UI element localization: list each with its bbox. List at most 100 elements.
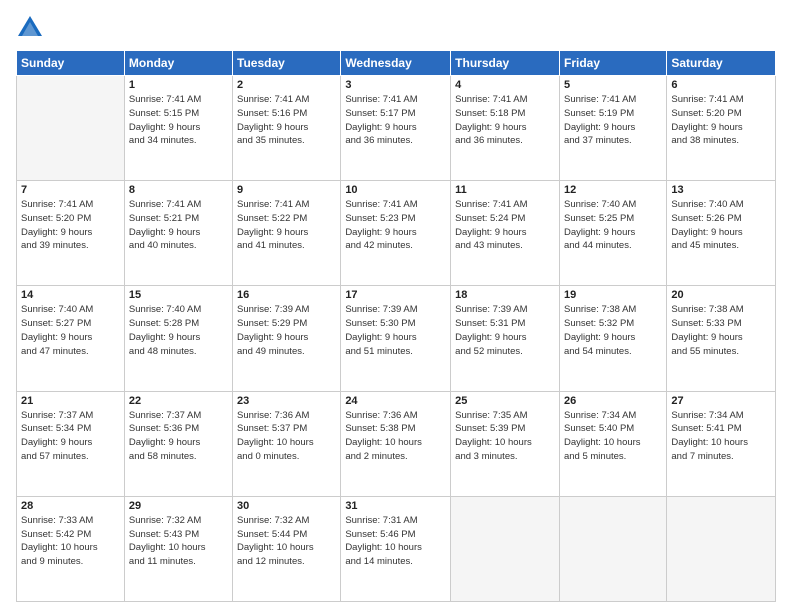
weekday-header-tuesday: Tuesday: [233, 51, 341, 76]
day-number: 16: [237, 289, 336, 301]
week-row-4: 21Sunrise: 7:37 AM Sunset: 5:34 PM Dayli…: [17, 391, 776, 496]
day-number: 6: [671, 79, 771, 91]
week-row-5: 28 Sunrise: 7:33 AM Sunset: 5:42 PM Dayli…: [17, 496, 776, 601]
day-cell: 29 Sunrise: 7:32 AM Sunset: 5:43 PM Dayli…: [124, 496, 232, 601]
day-number: 12: [564, 184, 662, 196]
weekday-header-sunday: Sunday: [17, 51, 125, 76]
day-cell: 26 Sunrise: 7:34 AM Sunset: 5:40 PM Dayli…: [559, 391, 666, 496]
day-info: Sunrise: 7:41 AM Sunset: 5:22 PM Dayligh…: [237, 198, 336, 253]
day-cell: 16 Sunrise: 7:39 AM Sunset: 5:29 PM Dayli…: [233, 286, 341, 391]
day-info: Sunrise: 7:41 AM Sunset: 5:16 PM Dayligh…: [237, 93, 336, 148]
day-cell: 11 Sunrise: 7:41 AM Sunset: 5:24 PM Dayli…: [451, 181, 560, 286]
day-cell: 10 Sunrise: 7:41 AM Sunset: 5:23 PM Dayli…: [341, 181, 451, 286]
day-info: Sunrise: 7:41 AM Sunset: 5:20 PM Dayligh…: [21, 198, 120, 253]
day-cell: 12 Sunrise: 7:40 AM Sunset: 5:25 PM Dayli…: [559, 181, 666, 286]
day-info: Sunrise: 7:39 AM Sunset: 5:29 PM Dayligh…: [237, 303, 336, 358]
day-info: Sunrise: 7:39 AM Sunset: 5:31 PM Dayligh…: [455, 303, 555, 358]
day-number: 24: [345, 395, 446, 407]
day-number: 19: [564, 289, 662, 301]
day-cell: 6Sunrise: 7:41 AM Sunset: 5:20 PM Daylig…: [667, 76, 776, 181]
day-cell: 25Sunrise: 7:35 AM Sunset: 5:39 PM Dayli…: [451, 391, 560, 496]
day-info: Sunrise: 7:38 AM Sunset: 5:33 PM Dayligh…: [671, 303, 771, 358]
day-cell: 14Sunrise: 7:40 AM Sunset: 5:27 PM Dayli…: [17, 286, 125, 391]
day-info: Sunrise: 7:36 AM Sunset: 5:37 PM Dayligh…: [237, 409, 336, 464]
day-cell: 17 Sunrise: 7:39 AM Sunset: 5:30 PM Dayli…: [341, 286, 451, 391]
day-number: 9: [237, 184, 336, 196]
week-row-3: 14Sunrise: 7:40 AM Sunset: 5:27 PM Dayli…: [17, 286, 776, 391]
day-info: Sunrise: 7:33 AM Sunset: 5:42 PM Dayligh…: [21, 514, 120, 569]
day-number: 23: [237, 395, 336, 407]
day-info: Sunrise: 7:37 AM Sunset: 5:36 PM Dayligh…: [129, 409, 228, 464]
day-cell: 22 Sunrise: 7:37 AM Sunset: 5:36 PM Dayli…: [124, 391, 232, 496]
day-cell: 3 Sunrise: 7:41 AM Sunset: 5:17 PM Daylig…: [341, 76, 451, 181]
day-cell: 15 Sunrise: 7:40 AM Sunset: 5:28 PM Dayli…: [124, 286, 232, 391]
day-number: 3: [345, 79, 446, 91]
day-cell: [17, 76, 125, 181]
day-info: Sunrise: 7:40 AM Sunset: 5:25 PM Dayligh…: [564, 198, 662, 253]
day-info: Sunrise: 7:39 AM Sunset: 5:30 PM Dayligh…: [345, 303, 446, 358]
day-number: 4: [455, 79, 555, 91]
day-info: Sunrise: 7:38 AM Sunset: 5:32 PM Dayligh…: [564, 303, 662, 358]
day-number: 31: [345, 500, 446, 512]
day-cell: [667, 496, 776, 601]
day-cell: 18 Sunrise: 7:39 AM Sunset: 5:31 PM Dayli…: [451, 286, 560, 391]
calendar-table: SundayMondayTuesdayWednesdayThursdayFrid…: [16, 50, 776, 602]
day-cell: 28 Sunrise: 7:33 AM Sunset: 5:42 PM Dayli…: [17, 496, 125, 601]
day-number: 15: [129, 289, 228, 301]
day-info: Sunrise: 7:41 AM Sunset: 5:24 PM Dayligh…: [455, 198, 555, 253]
day-number: 30: [237, 500, 336, 512]
day-info: Sunrise: 7:41 AM Sunset: 5:19 PM Dayligh…: [564, 93, 662, 148]
day-cell: 21Sunrise: 7:37 AM Sunset: 5:34 PM Dayli…: [17, 391, 125, 496]
day-cell: 19 Sunrise: 7:38 AM Sunset: 5:32 PM Dayli…: [559, 286, 666, 391]
logo-icon: [16, 14, 44, 42]
day-cell: 5 Sunrise: 7:41 AM Sunset: 5:19 PM Daylig…: [559, 76, 666, 181]
day-number: 1: [129, 79, 228, 91]
day-info: Sunrise: 7:35 AM Sunset: 5:39 PM Dayligh…: [455, 409, 555, 464]
day-cell: 13 Sunrise: 7:40 AM Sunset: 5:26 PM Dayli…: [667, 181, 776, 286]
day-number: 5: [564, 79, 662, 91]
weekday-header-friday: Friday: [559, 51, 666, 76]
weekday-header-saturday: Saturday: [667, 51, 776, 76]
day-number: 29: [129, 500, 228, 512]
day-number: 18: [455, 289, 555, 301]
week-row-1: 1 Sunrise: 7:41 AM Sunset: 5:15 PM Daylig…: [17, 76, 776, 181]
day-info: Sunrise: 7:41 AM Sunset: 5:23 PM Dayligh…: [345, 198, 446, 253]
day-number: 22: [129, 395, 228, 407]
day-number: 21: [21, 395, 120, 407]
weekday-header-thursday: Thursday: [451, 51, 560, 76]
day-info: Sunrise: 7:41 AM Sunset: 5:17 PM Dayligh…: [345, 93, 446, 148]
day-info: Sunrise: 7:34 AM Sunset: 5:41 PM Dayligh…: [671, 409, 771, 464]
day-cell: 30Sunrise: 7:32 AM Sunset: 5:44 PM Dayli…: [233, 496, 341, 601]
day-number: 11: [455, 184, 555, 196]
day-info: Sunrise: 7:31 AM Sunset: 5:46 PM Dayligh…: [345, 514, 446, 569]
day-cell: 31 Sunrise: 7:31 AM Sunset: 5:46 PM Dayli…: [341, 496, 451, 601]
day-number: 13: [671, 184, 771, 196]
weekday-header-wednesday: Wednesday: [341, 51, 451, 76]
day-cell: 27 Sunrise: 7:34 AM Sunset: 5:41 PM Dayli…: [667, 391, 776, 496]
day-info: Sunrise: 7:40 AM Sunset: 5:26 PM Dayligh…: [671, 198, 771, 253]
day-info: Sunrise: 7:32 AM Sunset: 5:43 PM Dayligh…: [129, 514, 228, 569]
day-number: 14: [21, 289, 120, 301]
day-cell: [451, 496, 560, 601]
page: SundayMondayTuesdayWednesdayThursdayFrid…: [0, 0, 792, 612]
weekday-header-monday: Monday: [124, 51, 232, 76]
day-number: 26: [564, 395, 662, 407]
day-cell: 2 Sunrise: 7:41 AM Sunset: 5:16 PM Daylig…: [233, 76, 341, 181]
weekday-header-row: SundayMondayTuesdayWednesdayThursdayFrid…: [17, 51, 776, 76]
day-number: 7: [21, 184, 120, 196]
day-cell: 8Sunrise: 7:41 AM Sunset: 5:21 PM Daylig…: [124, 181, 232, 286]
day-cell: 1 Sunrise: 7:41 AM Sunset: 5:15 PM Daylig…: [124, 76, 232, 181]
day-info: Sunrise: 7:41 AM Sunset: 5:15 PM Dayligh…: [129, 93, 228, 148]
day-number: 17: [345, 289, 446, 301]
day-cell: 20 Sunrise: 7:38 AM Sunset: 5:33 PM Dayli…: [667, 286, 776, 391]
day-info: Sunrise: 7:40 AM Sunset: 5:28 PM Dayligh…: [129, 303, 228, 358]
day-number: 27: [671, 395, 771, 407]
day-number: 10: [345, 184, 446, 196]
day-number: 2: [237, 79, 336, 91]
day-info: Sunrise: 7:34 AM Sunset: 5:40 PM Dayligh…: [564, 409, 662, 464]
day-number: 20: [671, 289, 771, 301]
header: [16, 10, 776, 42]
week-row-2: 7 Sunrise: 7:41 AM Sunset: 5:20 PM Daylig…: [17, 181, 776, 286]
day-number: 28: [21, 500, 120, 512]
day-cell: 23 Sunrise: 7:36 AM Sunset: 5:37 PM Dayli…: [233, 391, 341, 496]
